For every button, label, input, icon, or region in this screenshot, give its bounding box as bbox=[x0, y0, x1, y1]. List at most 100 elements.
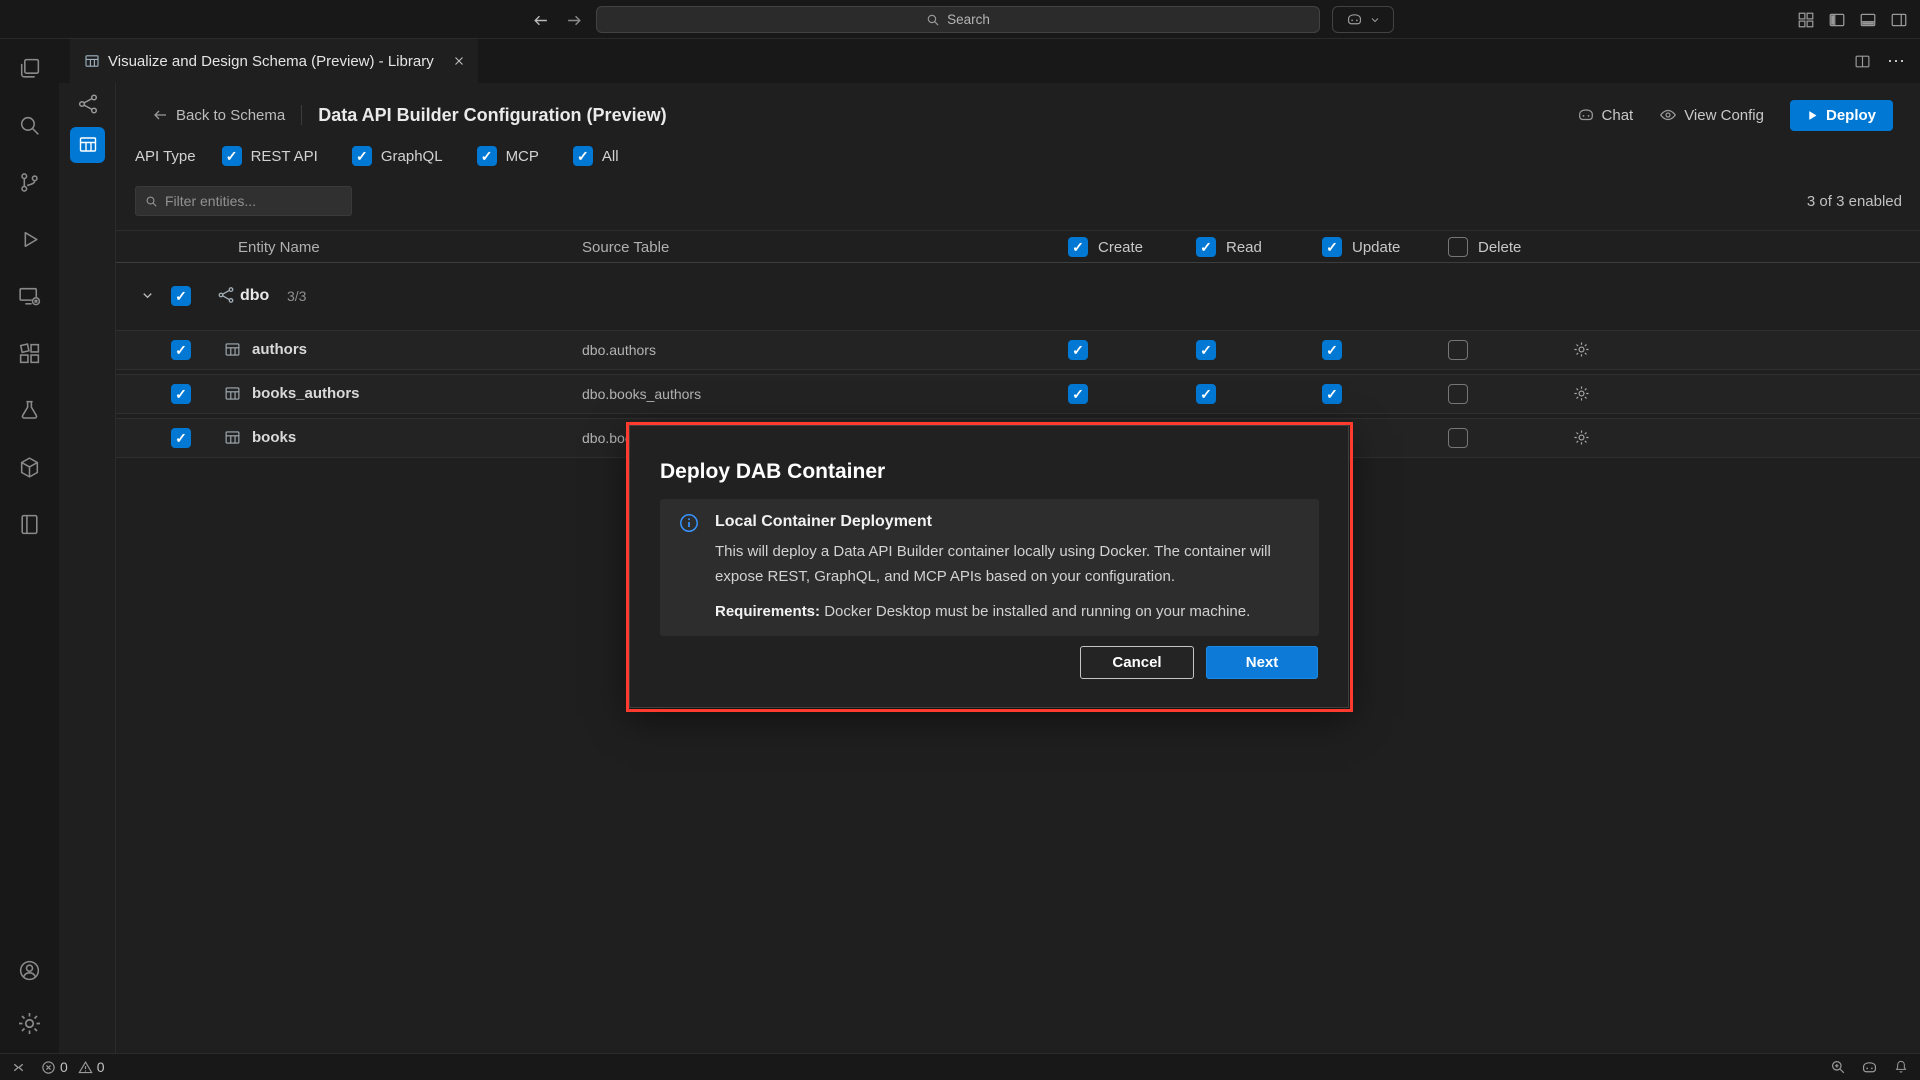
errors-count: 0 bbox=[60, 1059, 68, 1075]
row-settings-gear-icon[interactable] bbox=[1573, 341, 1590, 358]
row-checkbox[interactable] bbox=[171, 340, 191, 360]
remote-explorer-icon[interactable] bbox=[16, 283, 43, 310]
filter-placeholder: Filter entities... bbox=[165, 193, 256, 209]
source-table: dbo.books_authors bbox=[582, 374, 701, 414]
notifications-bell-icon[interactable] bbox=[1893, 1059, 1909, 1075]
toggle-primary-sidebar-icon[interactable] bbox=[1828, 11, 1846, 29]
delete-checkbox[interactable] bbox=[1448, 428, 1468, 448]
deploy-dab-dialog: Deploy DAB Container Local Container Dep… bbox=[629, 425, 1349, 708]
info-title: Local Container Deployment bbox=[715, 513, 1297, 531]
warnings-count: 0 bbox=[97, 1059, 105, 1075]
api-option-graphql[interactable]: GraphQL bbox=[352, 146, 443, 166]
back-to-schema-link[interactable]: Back to Schema bbox=[152, 107, 285, 124]
zoom-icon[interactable] bbox=[1830, 1059, 1846, 1075]
api-option-all[interactable]: All bbox=[573, 146, 619, 166]
chat-label: Chat bbox=[1602, 107, 1634, 124]
all-checkbox[interactable] bbox=[573, 146, 593, 166]
row-settings-gear-icon[interactable] bbox=[1573, 385, 1590, 402]
view-config-button[interactable]: View Config bbox=[1659, 106, 1764, 124]
schema-visualize-icon[interactable] bbox=[75, 91, 101, 117]
package-icon[interactable] bbox=[16, 454, 43, 481]
source-control-icon[interactable] bbox=[16, 169, 43, 196]
next-button[interactable]: Next bbox=[1206, 646, 1318, 679]
explorer-icon[interactable] bbox=[16, 55, 43, 82]
extensions-icon[interactable] bbox=[16, 340, 43, 367]
errors-icon bbox=[41, 1060, 56, 1075]
notebook-icon[interactable] bbox=[16, 511, 43, 538]
read-all-checkbox[interactable] bbox=[1196, 237, 1216, 257]
api-option-rest[interactable]: REST API bbox=[222, 146, 318, 166]
table-row-books-authors[interactable]: books_authors dbo.books_authors bbox=[116, 374, 1920, 414]
activity-bar bbox=[0, 39, 59, 1053]
create-checkbox[interactable] bbox=[1068, 384, 1088, 404]
remote-indicator-icon[interactable] bbox=[11, 1060, 26, 1075]
rest-api-checkbox[interactable] bbox=[222, 146, 242, 166]
chat-button[interactable]: Chat bbox=[1577, 106, 1634, 124]
copilot-status-icon[interactable] bbox=[1861, 1059, 1878, 1076]
copilot-icon bbox=[1346, 11, 1363, 28]
api-option-mcp[interactable]: MCP bbox=[477, 146, 539, 166]
schema-group-row[interactable]: dbo 3/3 bbox=[116, 276, 1920, 316]
tab-close-icon[interactable] bbox=[452, 54, 466, 68]
update-checkbox[interactable] bbox=[1322, 340, 1342, 360]
play-icon bbox=[1807, 110, 1818, 121]
copilot-dropdown-button[interactable] bbox=[1332, 6, 1394, 33]
tab-title: Visualize and Design Schema (Preview) - … bbox=[108, 53, 440, 70]
toggle-secondary-sidebar-icon[interactable] bbox=[1890, 11, 1908, 29]
warnings-icon bbox=[78, 1060, 93, 1075]
row-checkbox[interactable] bbox=[171, 428, 191, 448]
create-all-checkbox[interactable] bbox=[1068, 237, 1088, 257]
group-checkbox[interactable] bbox=[171, 286, 191, 306]
split-editor-icon[interactable] bbox=[1854, 53, 1871, 70]
tab-visualize-schema[interactable]: Visualize and Design Schema (Preview) - … bbox=[70, 39, 478, 83]
requirements-text: Docker Desktop must be installed and run… bbox=[820, 603, 1250, 620]
cancel-button[interactable]: Cancel bbox=[1080, 646, 1194, 679]
row-settings-gear-icon[interactable] bbox=[1573, 429, 1590, 446]
table-icon bbox=[224, 429, 241, 446]
chevron-down-icon bbox=[1369, 14, 1381, 26]
account-icon[interactable] bbox=[16, 957, 43, 984]
update-checkbox[interactable] bbox=[1322, 384, 1342, 404]
customize-layout-icon[interactable] bbox=[1797, 11, 1815, 29]
table-row-authors[interactable]: authors dbo.authors bbox=[116, 330, 1920, 370]
update-header-label: Update bbox=[1352, 231, 1400, 264]
delete-checkbox[interactable] bbox=[1448, 384, 1468, 404]
source-table: dbo.authors bbox=[582, 330, 656, 370]
table-icon bbox=[224, 385, 241, 402]
graphql-checkbox[interactable] bbox=[352, 146, 372, 166]
filter-entities-input[interactable]: Filter entities... bbox=[135, 186, 352, 216]
read-checkbox[interactable] bbox=[1196, 384, 1216, 404]
row-checkbox[interactable] bbox=[171, 384, 191, 404]
problems-indicator[interactable]: 0 0 bbox=[41, 1059, 105, 1075]
testing-icon[interactable] bbox=[16, 397, 43, 424]
create-checkbox[interactable] bbox=[1068, 340, 1088, 360]
delete-all-checkbox[interactable] bbox=[1448, 237, 1468, 257]
history-forward-icon[interactable] bbox=[562, 8, 586, 32]
back-link-label: Back to Schema bbox=[176, 107, 285, 124]
delete-checkbox[interactable] bbox=[1448, 340, 1468, 360]
search-sidebar-icon[interactable] bbox=[16, 112, 43, 139]
editor-more-actions-icon[interactable]: ⋯ bbox=[1887, 51, 1906, 72]
create-header-label: Create bbox=[1098, 231, 1143, 264]
entity-name: authors bbox=[252, 330, 307, 370]
dab-config-active-icon[interactable] bbox=[70, 127, 105, 163]
dialog-info-box: Local Container Deployment This will dep… bbox=[660, 499, 1319, 636]
search-placeholder: Search bbox=[947, 12, 990, 27]
chevron-down-icon[interactable] bbox=[140, 288, 155, 303]
search-command-center[interactable]: Search bbox=[596, 6, 1320, 33]
api-type-row: API Type REST API GraphQL MCP All bbox=[135, 143, 619, 169]
update-all-checkbox[interactable] bbox=[1322, 237, 1342, 257]
copilot-chat-icon bbox=[1577, 106, 1595, 124]
schema-designer-tab-icon bbox=[84, 53, 100, 69]
status-bar: 0 0 bbox=[0, 1053, 1920, 1080]
deploy-button[interactable]: Deploy bbox=[1790, 100, 1893, 131]
deploy-label: Deploy bbox=[1826, 107, 1876, 124]
history-back-icon[interactable] bbox=[528, 8, 552, 32]
table-icon bbox=[224, 341, 241, 358]
settings-gear-icon[interactable] bbox=[16, 1010, 43, 1037]
toggle-panel-icon[interactable] bbox=[1859, 11, 1877, 29]
view-config-label: View Config bbox=[1684, 107, 1764, 124]
run-debug-icon[interactable] bbox=[16, 226, 43, 253]
read-checkbox[interactable] bbox=[1196, 340, 1216, 360]
mcp-checkbox[interactable] bbox=[477, 146, 497, 166]
